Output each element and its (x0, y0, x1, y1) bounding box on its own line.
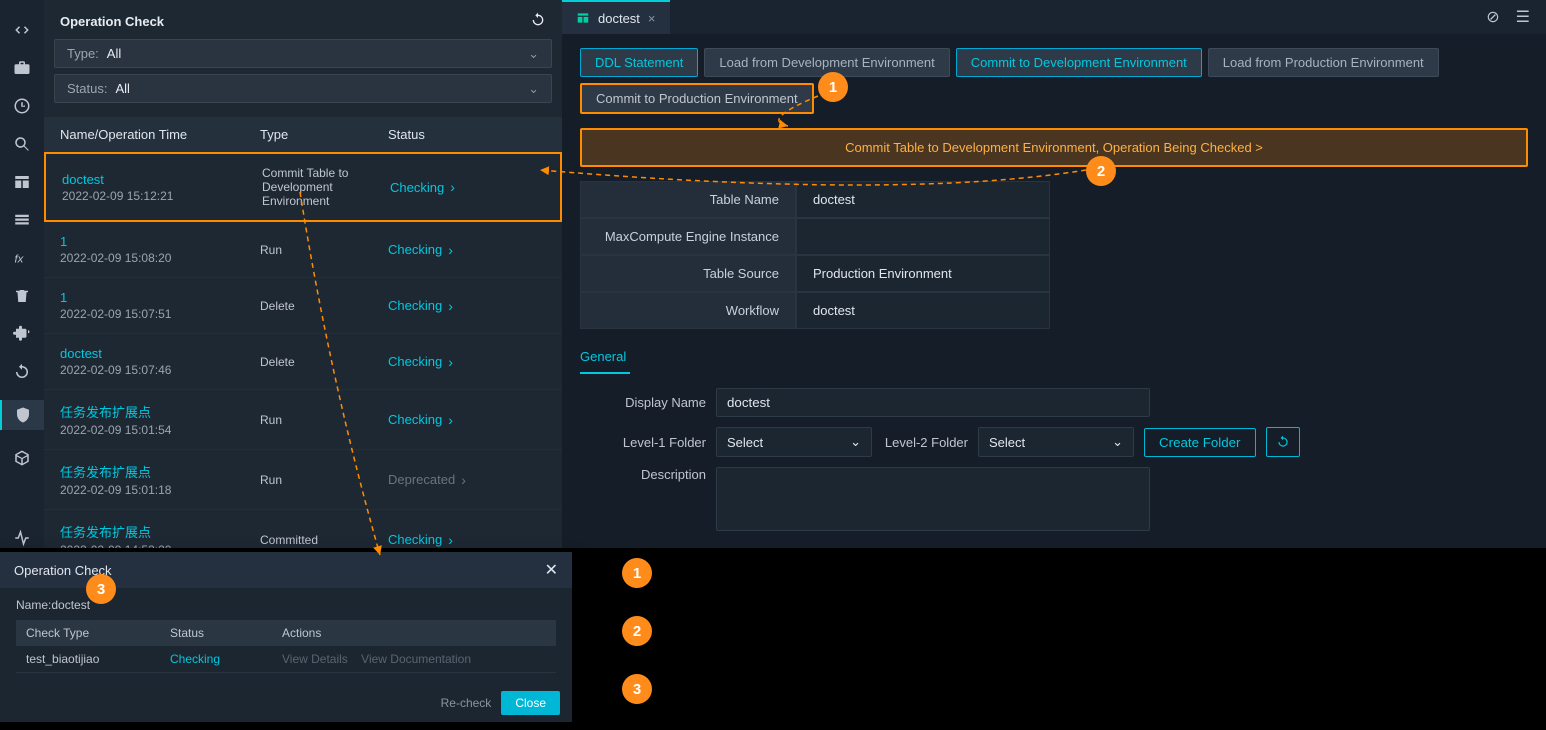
right-badge-1: 1 (622, 558, 652, 588)
type-filter[interactable]: Type: All ⌄ (54, 39, 552, 68)
operation-check-modal: Operation Check ✕ Name:doctest Check Typ… (0, 552, 572, 722)
col-header-type: Type (260, 127, 388, 142)
close-icon[interactable]: × (648, 11, 656, 26)
view-docs-link[interactable]: View Documentation (361, 652, 471, 666)
recheck-button[interactable]: Re-check (441, 696, 492, 710)
shield-icon[interactable] (0, 400, 44, 430)
list-icon[interactable] (12, 210, 32, 230)
refresh-icon[interactable] (530, 12, 546, 31)
badge-1: 1 (818, 72, 848, 102)
badge-2: 2 (1086, 156, 1116, 186)
dropdown-icon[interactable]: ⊘ (1486, 7, 1499, 27)
briefcase-icon[interactable] (12, 58, 32, 78)
code-icon[interactable] (12, 20, 32, 40)
action-button[interactable]: Commit to Development Environment (956, 48, 1202, 77)
search-icon[interactable] (12, 134, 32, 154)
chevron-down-icon: ⌄ (528, 46, 539, 62)
description-label: Description (580, 467, 706, 482)
clock-icon[interactable] (12, 96, 32, 116)
operation-check-panel: Operation Check Type: All ⌄ Status: All … (44, 0, 562, 548)
table-row[interactable]: 12022-02-09 15:08:20RunChecking› (44, 222, 562, 278)
col-header-name: Name/Operation Time (60, 127, 260, 142)
fx-icon[interactable]: fx (12, 248, 32, 268)
cube-icon[interactable] (12, 448, 32, 468)
chevron-down-icon: ⌄ (528, 81, 539, 97)
table-row[interactable]: 任务发布扩展点2022-02-09 15:01:18RunDeprecated› (44, 450, 562, 510)
table-row[interactable]: doctest2022-02-09 15:12:21Commit Table t… (44, 152, 562, 222)
table-row[interactable]: 任务发布扩展点2022-02-09 14:53:20CommittedCheck… (44, 510, 562, 548)
status-banner[interactable]: Commit Table to Development Environment,… (580, 128, 1528, 167)
view-details-link[interactable]: View Details (282, 652, 348, 666)
chevron-down-icon: ⌄ (1112, 434, 1123, 450)
action-button[interactable]: Load from Production Environment (1208, 48, 1439, 77)
table-icon[interactable] (12, 172, 32, 192)
modal-row: test_biaotijiao Checking View Details Vi… (16, 646, 556, 673)
display-name-input[interactable] (716, 388, 1150, 417)
table-row[interactable]: 任务发布扩展点2022-02-09 15:01:54RunChecking› (44, 390, 562, 450)
description-input[interactable] (716, 467, 1150, 531)
col-header-status: Status (388, 127, 546, 142)
right-badge-2: 2 (622, 616, 652, 646)
table-row[interactable]: doctest2022-02-09 15:07:46DeleteChecking… (44, 334, 562, 390)
cycle-icon[interactable] (12, 362, 32, 382)
main-editor: doctest × ⊘ ☰ DDL StatementLoad from Dev… (562, 0, 1546, 548)
badge-3: 3 (86, 574, 116, 604)
action-button[interactable]: DDL Statement (580, 48, 698, 77)
panel-title: Operation Check (60, 14, 164, 29)
level2-label: Level-2 Folder (882, 435, 968, 450)
action-button[interactable]: Commit to Production Environment (580, 83, 814, 114)
svg-text:fx: fx (15, 254, 24, 266)
trash-icon[interactable] (12, 286, 32, 306)
level1-select[interactable]: Select⌄ (716, 427, 872, 457)
display-name-label: Display Name (580, 395, 706, 410)
close-icon[interactable]: ✕ (545, 560, 558, 580)
create-folder-button[interactable]: Create Folder (1144, 428, 1256, 457)
status-filter[interactable]: Status: All ⌄ (54, 74, 552, 103)
table-row[interactable]: 12022-02-09 15:07:51DeleteChecking› (44, 278, 562, 334)
refresh-folder-button[interactable] (1266, 427, 1300, 457)
tab-general[interactable]: General (580, 341, 630, 374)
table-icon (576, 11, 590, 25)
editor-tab[interactable]: doctest × (562, 0, 670, 34)
menu-icon[interactable]: ☰ (1516, 7, 1530, 27)
right-badge-3: 3 (622, 674, 652, 704)
level1-label: Level-1 Folder (580, 435, 706, 450)
activity-icon[interactable] (12, 528, 32, 548)
chevron-down-icon: ⌄ (850, 434, 861, 450)
tab-label: doctest (598, 11, 640, 26)
puzzle-icon[interactable] (12, 324, 32, 344)
level2-select[interactable]: Select⌄ (978, 427, 1134, 457)
close-button[interactable]: Close (501, 691, 560, 715)
navbar: fx (0, 0, 44, 548)
